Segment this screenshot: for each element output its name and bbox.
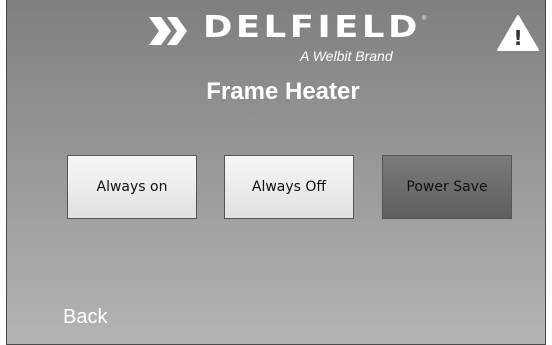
always-on-label: Always on [96, 179, 168, 195]
always-off-label: Always Off [251, 179, 327, 195]
power-save-button[interactable]: Power Save [382, 155, 512, 219]
power-save-label: Power Save [406, 179, 488, 195]
delfield-logo-mark-icon [149, 17, 187, 45]
always-off-button[interactable]: Always Off [224, 155, 354, 219]
warning-button[interactable]: ! [496, 14, 540, 57]
page-title: Frame Heater [206, 78, 360, 105]
brand-name: DELFIELD [203, 10, 421, 45]
brand-tagline: A Welbit Brand [300, 48, 393, 64]
warning-triangle-icon: ! [497, 15, 539, 51]
frame-heater-screen: DELFIELD ® A Welbit Brand ! Frame Heater… [6, 0, 546, 345]
always-on-button[interactable]: Always on [67, 155, 197, 219]
back-button[interactable]: Back [63, 306, 107, 329]
warning-symbol: ! [513, 26, 522, 50]
delfield-logo: DELFIELD ® A Welbit Brand [147, 10, 437, 66]
registered-mark: ® [422, 16, 427, 22]
